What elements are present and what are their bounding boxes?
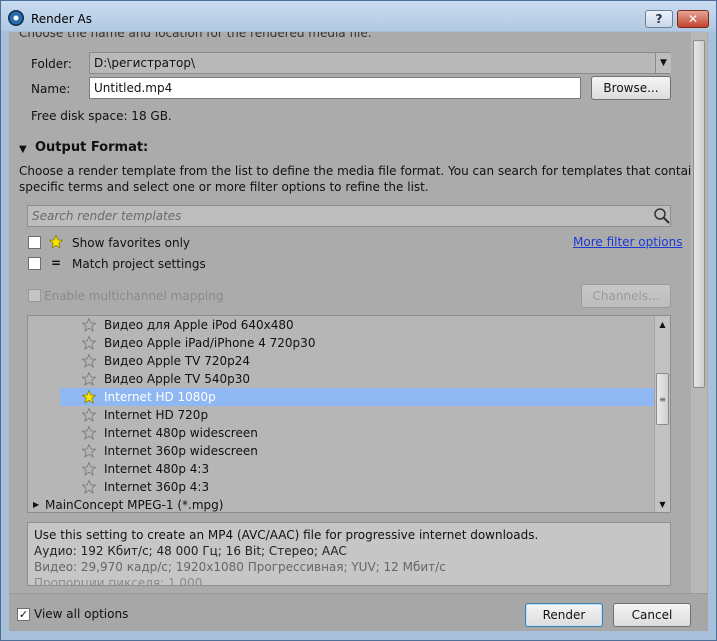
collapse-arrow-icon[interactable]: ▼	[19, 144, 27, 155]
dialog-content: Choose the name and location for the ren…	[9, 32, 708, 631]
scroll-up-icon[interactable]: ▲	[655, 317, 670, 331]
match-project-label: Match project settings	[72, 257, 206, 271]
template-list[interactable]: Видео для Apple iPod 640x480 Видео Apple…	[27, 315, 671, 513]
star-outline-icon[interactable]	[82, 444, 96, 458]
cancel-button[interactable]: Cancel	[613, 603, 691, 627]
expand-arrow-icon[interactable]: ▶	[33, 500, 39, 509]
list-item[interactable]: Видео для Apple iPod 640x480	[28, 316, 654, 334]
list-item-label: Internet 480p widescreen	[104, 426, 258, 440]
more-filter-options-link[interactable]: More filter options	[573, 235, 683, 249]
folder-combobox[interactable]: D:\регистратор\	[89, 52, 670, 74]
main-scroll-thumb[interactable]	[693, 40, 705, 388]
list-item-label: Internet 360p 4:3	[104, 480, 210, 494]
channels-button[interactable]: Channels...	[581, 284, 671, 308]
info-line: Use this setting to create an MP4 (AVC/A…	[34, 528, 539, 542]
list-item-label: Internet HD 720p	[104, 408, 209, 422]
star-outline-icon[interactable]	[82, 318, 96, 332]
output-format-description: Choose a render template from the list t…	[19, 164, 699, 194]
main-scrollbar[interactable]	[691, 32, 707, 593]
equals-icon: =	[51, 256, 62, 270]
list-scroll-thumb[interactable]: ≡	[656, 373, 669, 425]
list-item-label: Internet 480p 4:3	[104, 462, 210, 476]
name-label: Name:	[31, 82, 71, 96]
list-item-label: Internet HD 1080p	[104, 390, 216, 404]
render-as-dialog: Render As ? ✕ Choose the name and locati…	[0, 0, 717, 641]
star-outline-icon[interactable]	[82, 354, 96, 368]
section-hint: Choose the name and location for the ren…	[19, 32, 372, 40]
template-group-row[interactable]: ▶ MainConcept MPEG-1 (*.mpg)	[28, 496, 654, 512]
star-icon	[49, 235, 63, 249]
list-item-label: Видео для Apple iPod 640x480	[104, 318, 294, 332]
list-item[interactable]: Видео Apple TV 540p30	[28, 370, 654, 388]
free-disk-space: Free disk space: 18 GB.	[31, 109, 172, 123]
list-item[interactable]: Internet 360p 4:3	[28, 478, 654, 496]
browse-button[interactable]: Browse...	[591, 76, 671, 100]
list-item-label: Видео Apple iPad/iPhone 4 720p30	[104, 336, 316, 350]
list-scrollbar[interactable]: ▲ ≡ ▼	[654, 316, 670, 512]
window-title: Render As	[31, 12, 92, 26]
template-group-label: MainConcept MPEG-1 (*.mpg)	[45, 498, 224, 512]
star-outline-icon[interactable]	[82, 372, 96, 386]
match-project-checkbox[interactable]	[28, 257, 41, 270]
star-outline-icon[interactable]	[82, 462, 96, 476]
list-item[interactable]: Видео Apple TV 720p24	[28, 352, 654, 370]
info-line: Пропорции пикселя: 1,000	[34, 576, 203, 586]
list-item[interactable]: Видео Apple iPad/iPhone 4 720p30	[28, 334, 654, 352]
info-line: Аудио: 192 Кбит/с; 48 000 Гц; 16 Bit; Ст…	[34, 544, 347, 558]
star-outline-icon[interactable]	[82, 480, 96, 494]
help-button[interactable]: ?	[645, 10, 673, 28]
show-favorites-label: Show favorites only	[72, 236, 191, 250]
info-line: Видео: 29,970 кадр/с; 1920x1080 Прогресс…	[34, 560, 446, 574]
list-item-label: Internet 360p widescreen	[104, 444, 258, 458]
app-logo-icon	[8, 10, 24, 26]
render-button[interactable]: Render	[525, 603, 603, 627]
close-button[interactable]: ✕	[677, 10, 709, 28]
chevron-down-icon[interactable]: ▼	[655, 53, 671, 73]
list-item-label: Видео Apple TV 540p30	[104, 372, 250, 386]
name-field[interactable]: Untitled.mp4	[89, 77, 581, 99]
multichannel-label: Enable multichannel mapping	[44, 289, 224, 303]
list-item-selected[interactable]: Internet HD 1080p	[60, 388, 654, 406]
search-icon[interactable]	[653, 208, 671, 224]
list-item[interactable]: Internet 480p 4:3	[28, 460, 654, 478]
view-all-options-checkbox[interactable]: ✓	[17, 608, 30, 621]
multichannel-checkbox[interactable]	[28, 289, 41, 302]
scroll-down-icon[interactable]: ▼	[655, 497, 670, 511]
title-bar: Render As ? ✕	[1, 1, 716, 31]
list-item[interactable]: Internet 360p widescreen	[28, 442, 654, 460]
list-item-label: Видео Apple TV 720p24	[104, 354, 250, 368]
folder-label: Folder:	[31, 57, 72, 71]
list-item[interactable]: Internet HD 720p	[28, 406, 654, 424]
star-outline-icon[interactable]	[82, 336, 96, 350]
output-format-title[interactable]: Output Format:	[35, 140, 148, 155]
template-info-box: Use this setting to create an MP4 (AVC/A…	[27, 522, 671, 586]
list-item[interactable]: Internet 480p widescreen	[28, 424, 654, 442]
dialog-footer: ✓ View all options Render Cancel	[9, 593, 708, 631]
star-icon[interactable]	[82, 390, 96, 404]
show-favorites-checkbox[interactable]	[28, 236, 41, 249]
star-outline-icon[interactable]	[82, 426, 96, 440]
view-all-options-label: View all options	[34, 607, 129, 621]
star-outline-icon[interactable]	[82, 408, 96, 422]
search-input[interactable]: Search render templates	[27, 205, 671, 227]
